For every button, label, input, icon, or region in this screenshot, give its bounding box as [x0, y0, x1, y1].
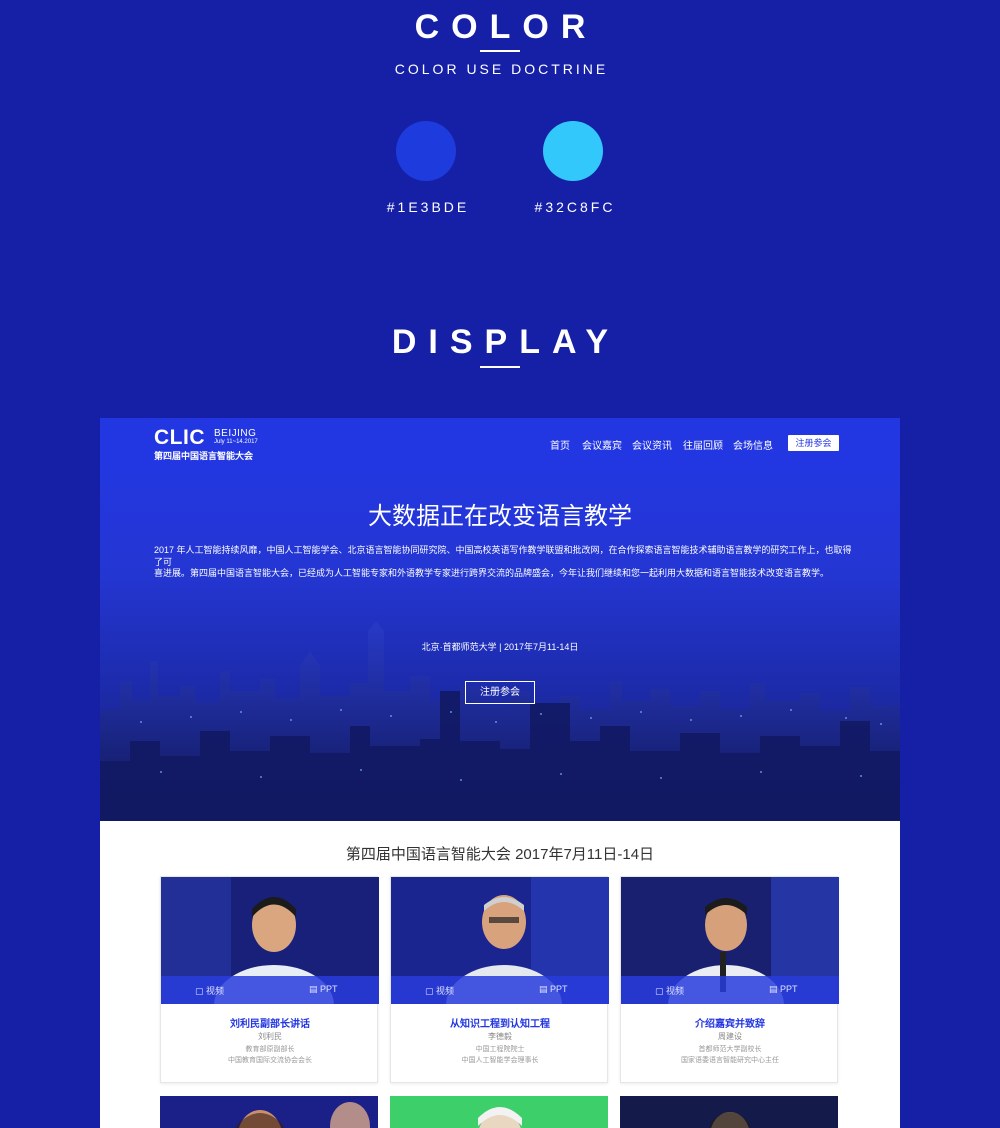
- conference-title: 第四届中国语言智能大会 2017年7月11日-14日: [345, 846, 655, 863]
- logo-clic[interactable]: CLIC: [154, 426, 205, 450]
- nav-register-button[interactable]: 注册参会: [788, 435, 839, 451]
- video-link[interactable]: ▢ 视频: [425, 984, 454, 997]
- card-title[interactable]: 从知识工程到认知工程: [391, 1015, 609, 1030]
- speaker-photo: ▢ 视频 ▤ PPT: [621, 877, 839, 1004]
- color-section-subtitle: COLOR USE DOCTRINE: [394, 61, 609, 77]
- nav-item-home[interactable]: 首页: [550, 437, 570, 452]
- hero-register-button[interactable]: 注册参会: [465, 681, 535, 704]
- speaker-card-partial[interactable]: [160, 1096, 378, 1128]
- speaker-name: 刘利民: [258, 1032, 282, 1041]
- card-media-bar: ▢ 视频 ▤ PPT: [391, 976, 609, 1004]
- ppt-label: PPT: [550, 984, 568, 994]
- mockup-navbar: CLIC BEIJING July 11~14.2017 第四届中国语言智能大会…: [100, 418, 900, 468]
- video-label: 视频: [666, 986, 685, 996]
- ppt-label: PPT: [780, 984, 798, 994]
- ppt-link[interactable]: ▤ PPT: [539, 984, 568, 995]
- swatch-accent-label: #32C8FC: [534, 199, 616, 215]
- speaker-role-1: 教育部原副部长: [245, 1046, 295, 1053]
- ppt-link[interactable]: ▤ PPT: [309, 984, 338, 995]
- ppt-label: PPT: [320, 984, 338, 994]
- speaker-card[interactable]: ▢ 视频 ▤ PPT 介绍嘉宾并致辞 周建设 首都师范大学副校长 国家语委语言智…: [620, 876, 839, 1083]
- city-skyline-image: [100, 621, 900, 821]
- hero-banner: 大数据正在改变语言教学 2017 年人工智能持续风靡，中国人工智能学会、北京语言…: [100, 468, 900, 821]
- hero-paragraph-line-2: 喜进展。第四届中国语言智能大会，已经成为人工智能专家和外语教学专家进行跨界交流的…: [154, 568, 830, 578]
- swatch-primary-label: #1E3BDE: [386, 199, 470, 215]
- display-title-underline: [480, 366, 520, 368]
- video-link[interactable]: ▢ 视频: [655, 984, 684, 997]
- speaker-name: 李德毅: [488, 1032, 512, 1041]
- video-label: 视频: [206, 986, 225, 996]
- logo-dates: July 11~14.2017: [214, 439, 258, 445]
- hero-title: 大数据正在改变语言教学: [368, 503, 632, 530]
- card-title[interactable]: 介绍嘉宾并致辞: [621, 1015, 839, 1030]
- speaker-photo: ▢ 视频 ▤ PPT: [391, 877, 609, 1004]
- nav-item-news[interactable]: 会议资讯: [632, 437, 672, 452]
- color-section-title: COLOR: [414, 8, 598, 46]
- swatch-primary: [396, 121, 456, 181]
- nav-item-review[interactable]: 往届回顾: [683, 437, 723, 452]
- video-label: 视频: [436, 986, 455, 996]
- logo-name-cn: 第四届中国语言智能大会: [154, 451, 254, 461]
- speaker-role-2: 中国人工智能学会理事长: [461, 1057, 539, 1064]
- speaker-role-1: 中国工程院院士: [475, 1046, 525, 1053]
- card-media-bar: ▢ 视频 ▤ PPT: [621, 976, 839, 1004]
- video-link[interactable]: ▢ 视频: [195, 984, 224, 997]
- nav-item-venue[interactable]: 会场信息: [733, 437, 773, 452]
- card-title[interactable]: 刘利民副部长讲话: [161, 1015, 379, 1030]
- speaker-name: 周建设: [718, 1032, 742, 1041]
- speaker-role-2: 中国教育国际交流协会会长: [228, 1057, 312, 1064]
- website-mockup: CLIC BEIJING July 11~14.2017 第四届中国语言智能大会…: [100, 418, 900, 1128]
- speaker-card-partial[interactable]: [390, 1096, 608, 1128]
- swatch-accent: [543, 121, 603, 181]
- logo-city: BEIJING: [214, 428, 257, 439]
- speaker-card[interactable]: ▢ 视频 ▤ PPT 刘利民副部长讲话 刘利民 教育部原副部长 中国教育国际交流…: [160, 876, 379, 1083]
- nav-item-guests[interactable]: 会议嘉宾: [582, 437, 622, 452]
- card-media-bar: ▢ 视频 ▤ PPT: [161, 976, 379, 1004]
- speaker-card-partial[interactable]: [620, 1096, 838, 1128]
- speaker-photo: ▢ 视频 ▤ PPT: [161, 877, 379, 1004]
- ppt-link[interactable]: ▤ PPT: [769, 984, 798, 995]
- speaker-card[interactable]: ▢ 视频 ▤ PPT 从知识工程到认知工程 李德毅 中国工程院院士 中国人工智能…: [390, 876, 609, 1083]
- color-title-underline: [480, 50, 520, 52]
- speaker-role-1: 首都师范大学副校长: [698, 1046, 762, 1053]
- hero-location: 北京·首都师范大学 | 2017年7月11-14日: [421, 642, 579, 652]
- speaker-role-2: 国家语委语言智能研究中心主任: [681, 1057, 779, 1064]
- hero-paragraph-line-1: 2017 年人工智能持续风靡，中国人工智能学会、北京语言智能协同研究院、中国高校…: [154, 545, 852, 567]
- display-section-title: DISPLAY: [391, 323, 621, 361]
